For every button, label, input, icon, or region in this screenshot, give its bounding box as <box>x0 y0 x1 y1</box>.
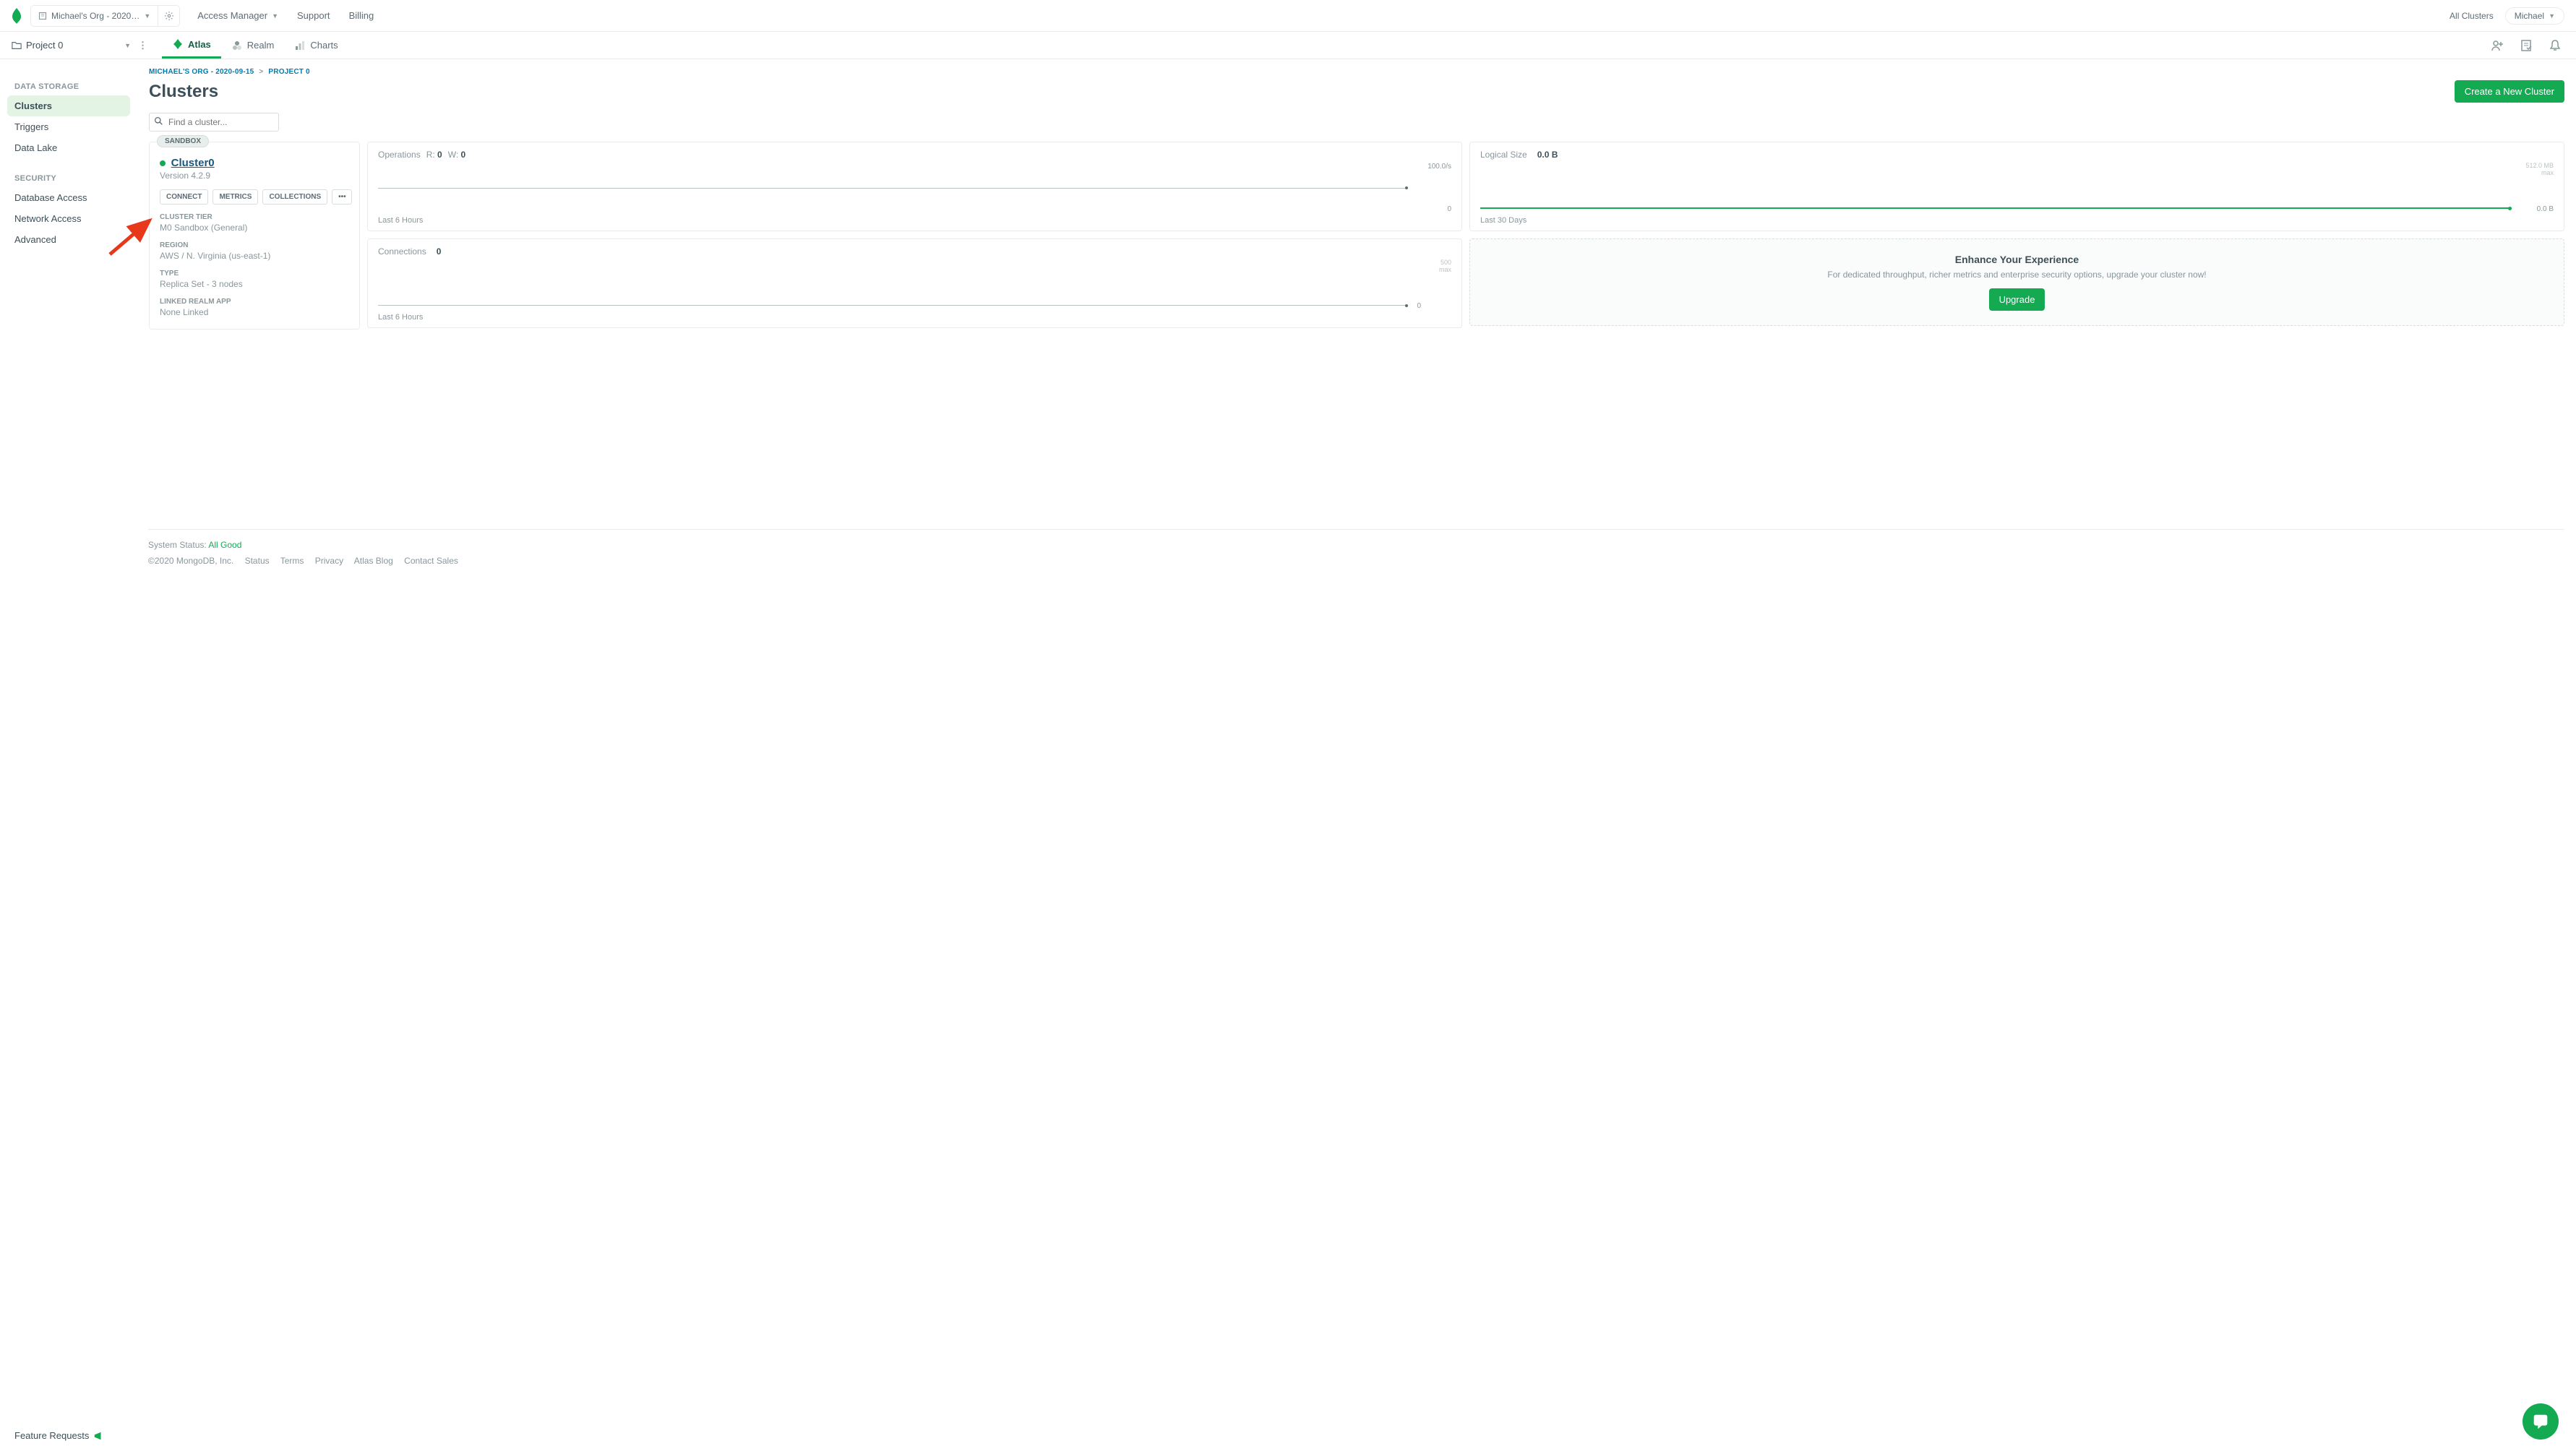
user-menu[interactable]: Michael ▼ <box>2505 7 2564 25</box>
all-clusters-link[interactable]: All Clusters <box>2450 11 2494 21</box>
upgrade-promo: Enhance Your Experience For dedicated th… <box>1469 238 2564 326</box>
chart-line <box>378 305 1408 306</box>
footer-link[interactable]: Contact Sales <box>404 556 458 566</box>
tab-bar: Project 0 ▼ ⋮ Atlas Realm Charts <box>0 32 2576 59</box>
invite-icon[interactable] <box>2491 39 2504 52</box>
linked-value: None Linked <box>160 307 349 317</box>
org-settings-gear-icon[interactable] <box>158 5 179 27</box>
sidebar-item-network-access[interactable]: Network Access <box>7 208 130 229</box>
sidebar-heading-security: SECURITY <box>7 171 130 187</box>
caret-down-icon: ▼ <box>272 12 278 20</box>
caret-down-icon: ▼ <box>144 12 150 20</box>
create-cluster-button[interactable]: Create a New Cluster <box>2455 80 2564 103</box>
cluster-search <box>149 113 279 132</box>
top-nav: Access Manager▼ Support Billing <box>197 10 374 21</box>
search-icon <box>154 116 163 126</box>
tab-atlas[interactable]: Atlas <box>162 32 221 59</box>
cluster-version: Version 4.2.9 <box>160 171 349 181</box>
project-menu-icon[interactable]: ⋮ <box>138 40 147 51</box>
chart-dot-icon <box>1405 304 1408 307</box>
bell-icon[interactable] <box>2549 39 2562 52</box>
activity-icon[interactable] <box>2520 39 2533 52</box>
system-status[interactable]: All Good <box>208 540 241 550</box>
building-icon <box>38 12 47 20</box>
promo-title: Enhance Your Experience <box>1485 254 2549 265</box>
tier-label: CLUSTER TIER <box>160 213 349 221</box>
cluster-name-link[interactable]: Cluster0 <box>171 157 215 169</box>
content: MICHAEL'S ORG - 2020-09-15 > PROJECT 0 C… <box>137 59 2576 529</box>
sidebar-item-clusters[interactable]: Clusters <box>7 95 130 116</box>
chart-dot-icon <box>1405 186 1408 189</box>
chart-line <box>378 188 1408 189</box>
org-name: Michael's Org - 2020… <box>51 11 139 21</box>
sandbox-badge: SANDBOX <box>157 135 209 147</box>
top-bar: Michael's Org - 2020… ▼ Access Manager▼ … <box>0 0 2576 32</box>
org-selector[interactable]: Michael's Org - 2020… ▼ <box>30 5 180 27</box>
sidebar-item-data-lake[interactable]: Data Lake <box>7 137 130 158</box>
status-dot-icon <box>160 160 166 166</box>
chat-icon <box>2531 1412 2550 1431</box>
breadcrumb: MICHAEL'S ORG - 2020-09-15 > PROJECT 0 <box>149 68 2564 76</box>
tab-realm[interactable]: Realm <box>221 32 285 59</box>
cluster-card: SANDBOX Cluster0 Version 4.2.9 CONNECT M… <box>149 142 360 330</box>
nav-support[interactable]: Support <box>297 10 330 21</box>
sidebar: DATA STORAGE Clusters Triggers Data Lake… <box>0 59 137 529</box>
nav-billing[interactable]: Billing <box>349 10 374 21</box>
type-label: TYPE <box>160 270 349 278</box>
metrics-button[interactable]: METRICS <box>212 189 258 205</box>
footer-link[interactable]: Terms <box>280 556 304 566</box>
chart-logical-size[interactable]: Logical Size 0.0 B 512.0 MBmax 0.0 B Las… <box>1469 142 2564 231</box>
upgrade-button[interactable]: Upgrade <box>1989 288 2045 311</box>
search-input[interactable] <box>149 113 279 132</box>
project-selector[interactable]: Project 0 ▼ <box>12 40 131 51</box>
promo-text: For dedicated throughput, richer metrics… <box>1485 270 2549 280</box>
footer-link[interactable]: Privacy <box>315 556 343 566</box>
page-title: Clusters <box>149 82 218 102</box>
region-label: REGION <box>160 241 349 249</box>
charts-icon <box>294 40 306 51</box>
folder-icon <box>12 40 22 51</box>
caret-down-icon: ▼ <box>124 42 131 49</box>
sidebar-heading-data-storage: DATA STORAGE <box>7 79 130 95</box>
realm-icon <box>231 40 243 51</box>
linked-label: LINKED REALM APP <box>160 298 349 306</box>
feature-requests-link[interactable]: Feature Requests <box>14 1430 103 1441</box>
tier-value: M0 Sandbox (General) <box>160 223 349 233</box>
more-button[interactable]: ••• <box>332 189 352 205</box>
connect-button[interactable]: CONNECT <box>160 189 208 205</box>
footer-link[interactable]: Status <box>245 556 270 566</box>
region-value: AWS / N. Virginia (us-east-1) <box>160 251 349 261</box>
sidebar-item-database-access[interactable]: Database Access <box>7 187 130 208</box>
chart-line <box>1480 207 2512 209</box>
chart-operations[interactable]: Operations R: 0 W: 0 100.0/s 0 Last 6 Ho… <box>367 142 1462 231</box>
atlas-icon <box>172 38 184 50</box>
breadcrumb-project[interactable]: PROJECT 0 <box>268 68 309 76</box>
nav-access-manager[interactable]: Access Manager▼ <box>197 10 278 21</box>
chart-connections[interactable]: Connections 0 500max 0 Last 6 Hours <box>367 238 1462 328</box>
intercom-launcher[interactable] <box>2523 1403 2559 1440</box>
type-value: Replica Set - 3 nodes <box>160 279 349 289</box>
megaphone-icon <box>93 1431 103 1441</box>
footer-link[interactable]: Atlas Blog <box>354 556 393 566</box>
collections-button[interactable]: COLLECTIONS <box>262 189 327 205</box>
mongodb-leaf-icon <box>12 8 22 24</box>
chart-dot-icon <box>2508 207 2512 210</box>
footer: System Status: All Good ©2020 MongoDB, I… <box>148 529 2564 576</box>
caret-down-icon: ▼ <box>2549 12 2555 20</box>
sidebar-item-advanced[interactable]: Advanced <box>7 229 130 250</box>
sidebar-item-triggers[interactable]: Triggers <box>7 116 130 137</box>
breadcrumb-org[interactable]: MICHAEL'S ORG - 2020-09-15 <box>149 68 254 76</box>
tab-charts[interactable]: Charts <box>284 32 348 59</box>
